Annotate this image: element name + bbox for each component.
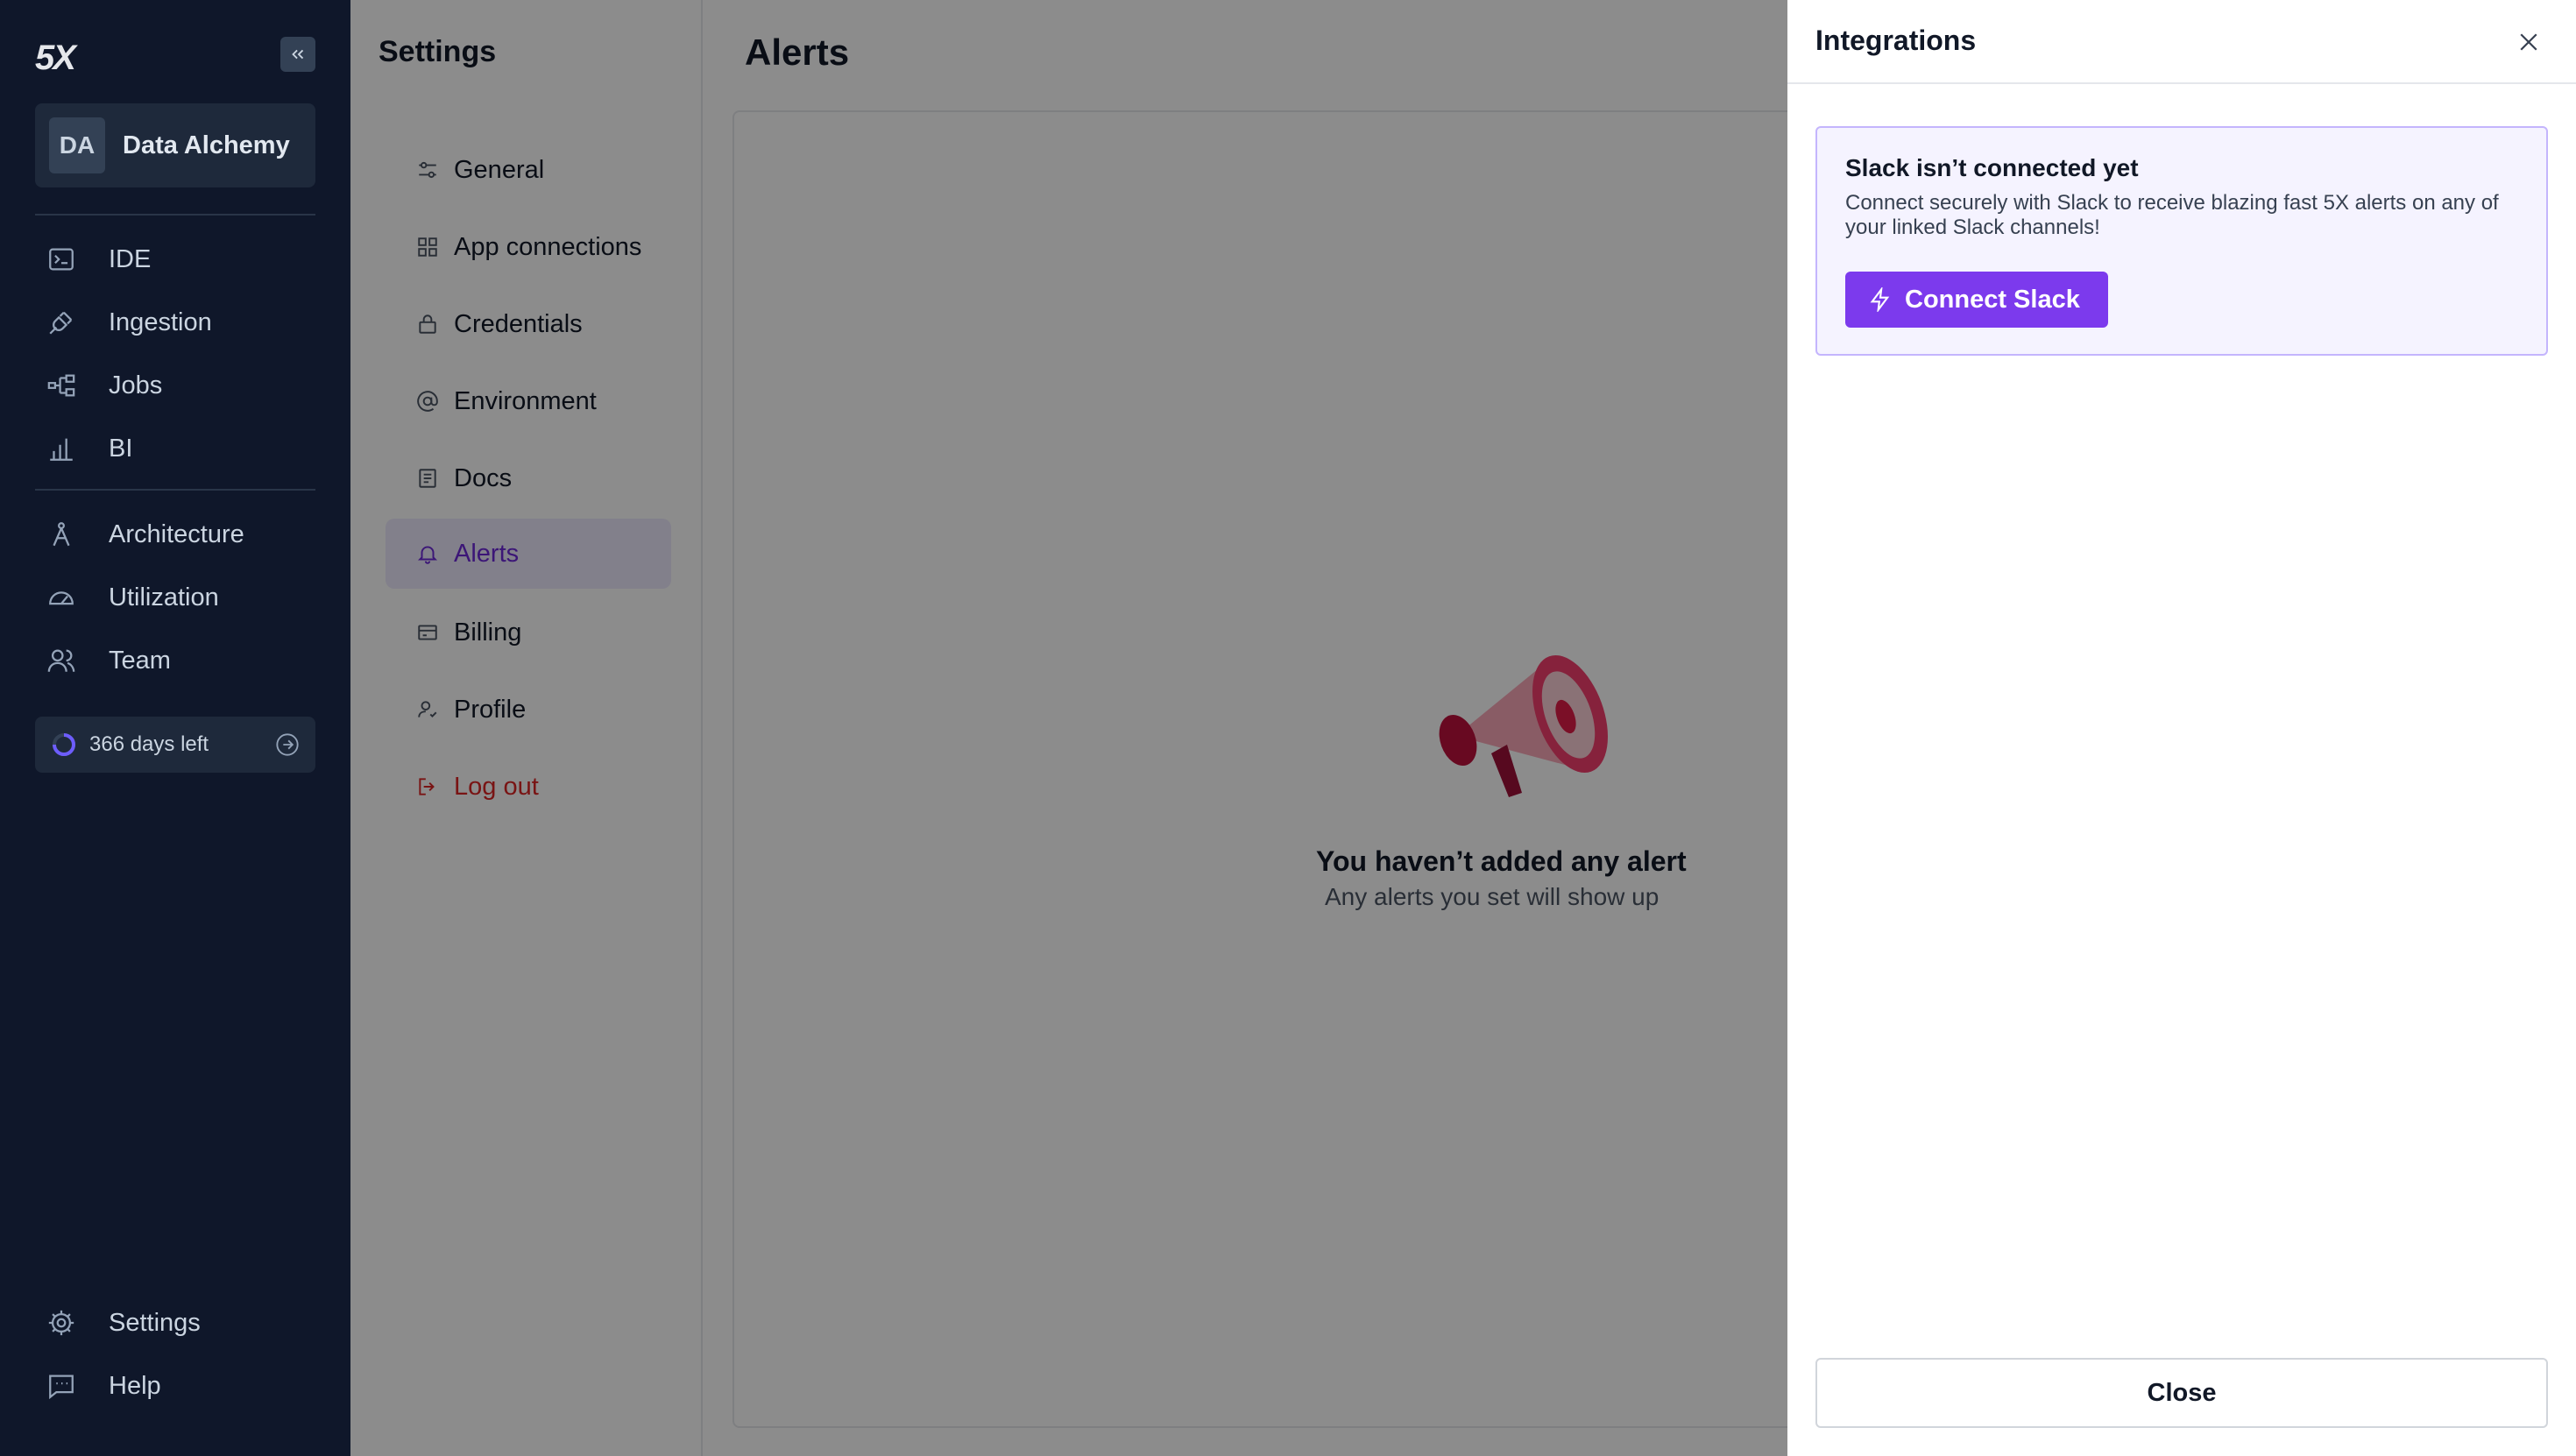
drawer-title: Integrations: [1815, 25, 1977, 56]
main-sidebar: 5X DA Data Alchemy IDE Ingestion Jobs BI: [0, 0, 350, 1456]
close-icon: [2520, 33, 2537, 51]
nav-item-label: BI: [109, 434, 133, 463]
lightning-icon: [1870, 287, 1890, 312]
workflow-icon: [44, 368, 79, 403]
nav-item-jobs[interactable]: Jobs: [35, 359, 315, 412]
nav-item-settings[interactable]: Settings: [35, 1297, 315, 1349]
slack-card-description: Connect securely with Slack to receive b…: [1845, 191, 2499, 239]
collapse-sidebar-button[interactable]: [280, 37, 315, 72]
nav-item-label: IDE: [109, 244, 152, 273]
nav-item-label: Jobs: [109, 371, 163, 399]
trial-days-label: 366 days left: [89, 732, 209, 756]
close-drawer-button[interactable]: [2511, 25, 2546, 60]
chevrons-left-icon: [292, 49, 304, 60]
nav-divider: [35, 489, 315, 491]
workspace-name: Data Alchemy: [123, 131, 290, 159]
close-button[interactable]: Close: [1815, 1358, 2548, 1428]
connect-slack-button[interactable]: Connect Slack: [1845, 272, 2108, 328]
nav-item-label: Utilization: [109, 583, 219, 611]
workspace-avatar: DA: [49, 117, 105, 173]
app-logo[interactable]: 5X: [35, 39, 76, 78]
nav-item-utilization[interactable]: Utilization: [35, 571, 315, 624]
users-icon: [44, 643, 79, 678]
drawer-divider: [1787, 82, 2576, 84]
plug-icon: [44, 305, 79, 340]
nav-item-ide[interactable]: IDE: [35, 233, 315, 286]
nav-item-label: Architecture: [109, 519, 244, 548]
nav-item-help[interactable]: Help: [35, 1360, 315, 1412]
compass-icon: [44, 517, 79, 552]
slack-card-title: Slack isn’t connected yet: [1845, 154, 2139, 181]
gauge-icon: [44, 580, 79, 615]
gear-icon: [44, 1305, 79, 1340]
nav-item-ingestion[interactable]: Ingestion: [35, 296, 315, 349]
modal-backdrop[interactable]: [350, 0, 1787, 1456]
nav-item-label: Settings: [109, 1308, 201, 1337]
nav-item-bi[interactable]: BI: [35, 422, 315, 475]
connect-slack-label: Connect Slack: [1905, 285, 2080, 314]
nav-item-label: Ingestion: [109, 307, 212, 336]
slack-integration-card: Slack isn’t connected yet Connect secure…: [1815, 126, 2548, 356]
progress-ring-icon: [53, 733, 75, 756]
arrow-right-circle-icon[interactable]: [275, 732, 300, 757]
nav-item-label: Team: [109, 646, 171, 675]
terminal-icon: [44, 242, 79, 277]
integrations-drawer: Integrations Slack isn’t connected yet C…: [1787, 0, 2576, 1456]
nav-divider: [35, 214, 315, 216]
nav-item-label: Help: [109, 1371, 161, 1400]
message-icon: [44, 1368, 79, 1403]
trial-status[interactable]: 366 days left: [35, 717, 315, 773]
workspace-switcher[interactable]: DA Data Alchemy: [35, 103, 315, 187]
nav-item-architecture[interactable]: Architecture: [35, 508, 315, 561]
bar-chart-icon: [44, 431, 79, 466]
nav-item-team[interactable]: Team: [35, 634, 315, 687]
